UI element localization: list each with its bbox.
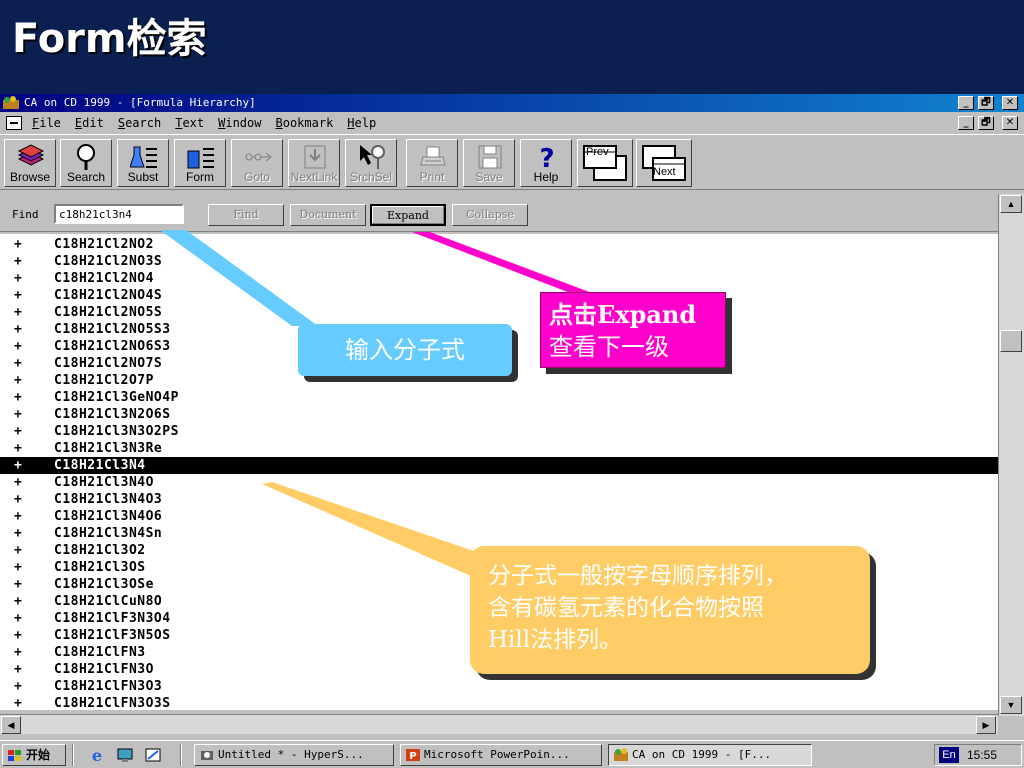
svg-text:P: P [409,751,416,762]
windows-logo-icon [8,749,21,761]
clock[interactable]: 15:55 [967,746,997,764]
desktop-quicklaunch-icon[interactable] [116,747,134,763]
task-ca-on-cd-label: CA on CD 1999 - [F... [632,748,772,761]
callout-ordering-line1: 分子式一般按字母顺序排列， [488,563,787,589]
powerpoint-icon: P [406,749,420,762]
callout-expand-line1: 点击Expand [549,300,697,329]
callout-ordering: 分子式一般按字母顺序排列， 含有碳氢元素的化合物按照 Hill法排列。 [470,546,870,674]
svg-text:e: e [92,747,102,763]
ca-task-icon [614,748,628,761]
task-powerpoint[interactable]: P Microsoft PowerPoin... [400,744,602,766]
system-tray: En 15:55 [934,744,1022,766]
yellow-pointer [262,482,500,580]
task-ca-on-cd[interactable]: CA on CD 1999 - [F... [608,744,812,766]
language-indicator[interactable]: En [939,747,959,763]
callout-expand-line2: 查看下一级 [549,333,669,361]
ie-quicklaunch-icon[interactable]: e [88,747,106,763]
callout-expand: 点击Expand 查看下一级 [540,292,726,368]
taskbar-separator [72,744,74,766]
magenta-pointer [412,232,600,296]
taskbar: 开始 e Untitled * - HyperS... P Microsoft P… [0,740,1024,768]
callout-ordering-line2: 含有碳氢元素的化合物按照 [488,595,764,621]
task-hypersnap[interactable]: Untitled * - HyperS... [194,744,394,766]
callout-input-formula: 输入分子式 [298,324,512,376]
edit-quicklaunch-icon[interactable] [144,747,162,763]
task-hypersnap-label: Untitled * - HyperS... [218,748,364,761]
start-label: 开始 [26,748,51,762]
cyan-pointer [160,230,318,326]
hypersnap-icon [201,751,213,760]
callout-ordering-line3: Hill法排列。 [488,627,623,653]
start-button[interactable]: 开始 [2,744,66,766]
taskbar-separator-2 [180,744,182,766]
task-powerpoint-label: Microsoft PowerPoin... [424,748,570,761]
